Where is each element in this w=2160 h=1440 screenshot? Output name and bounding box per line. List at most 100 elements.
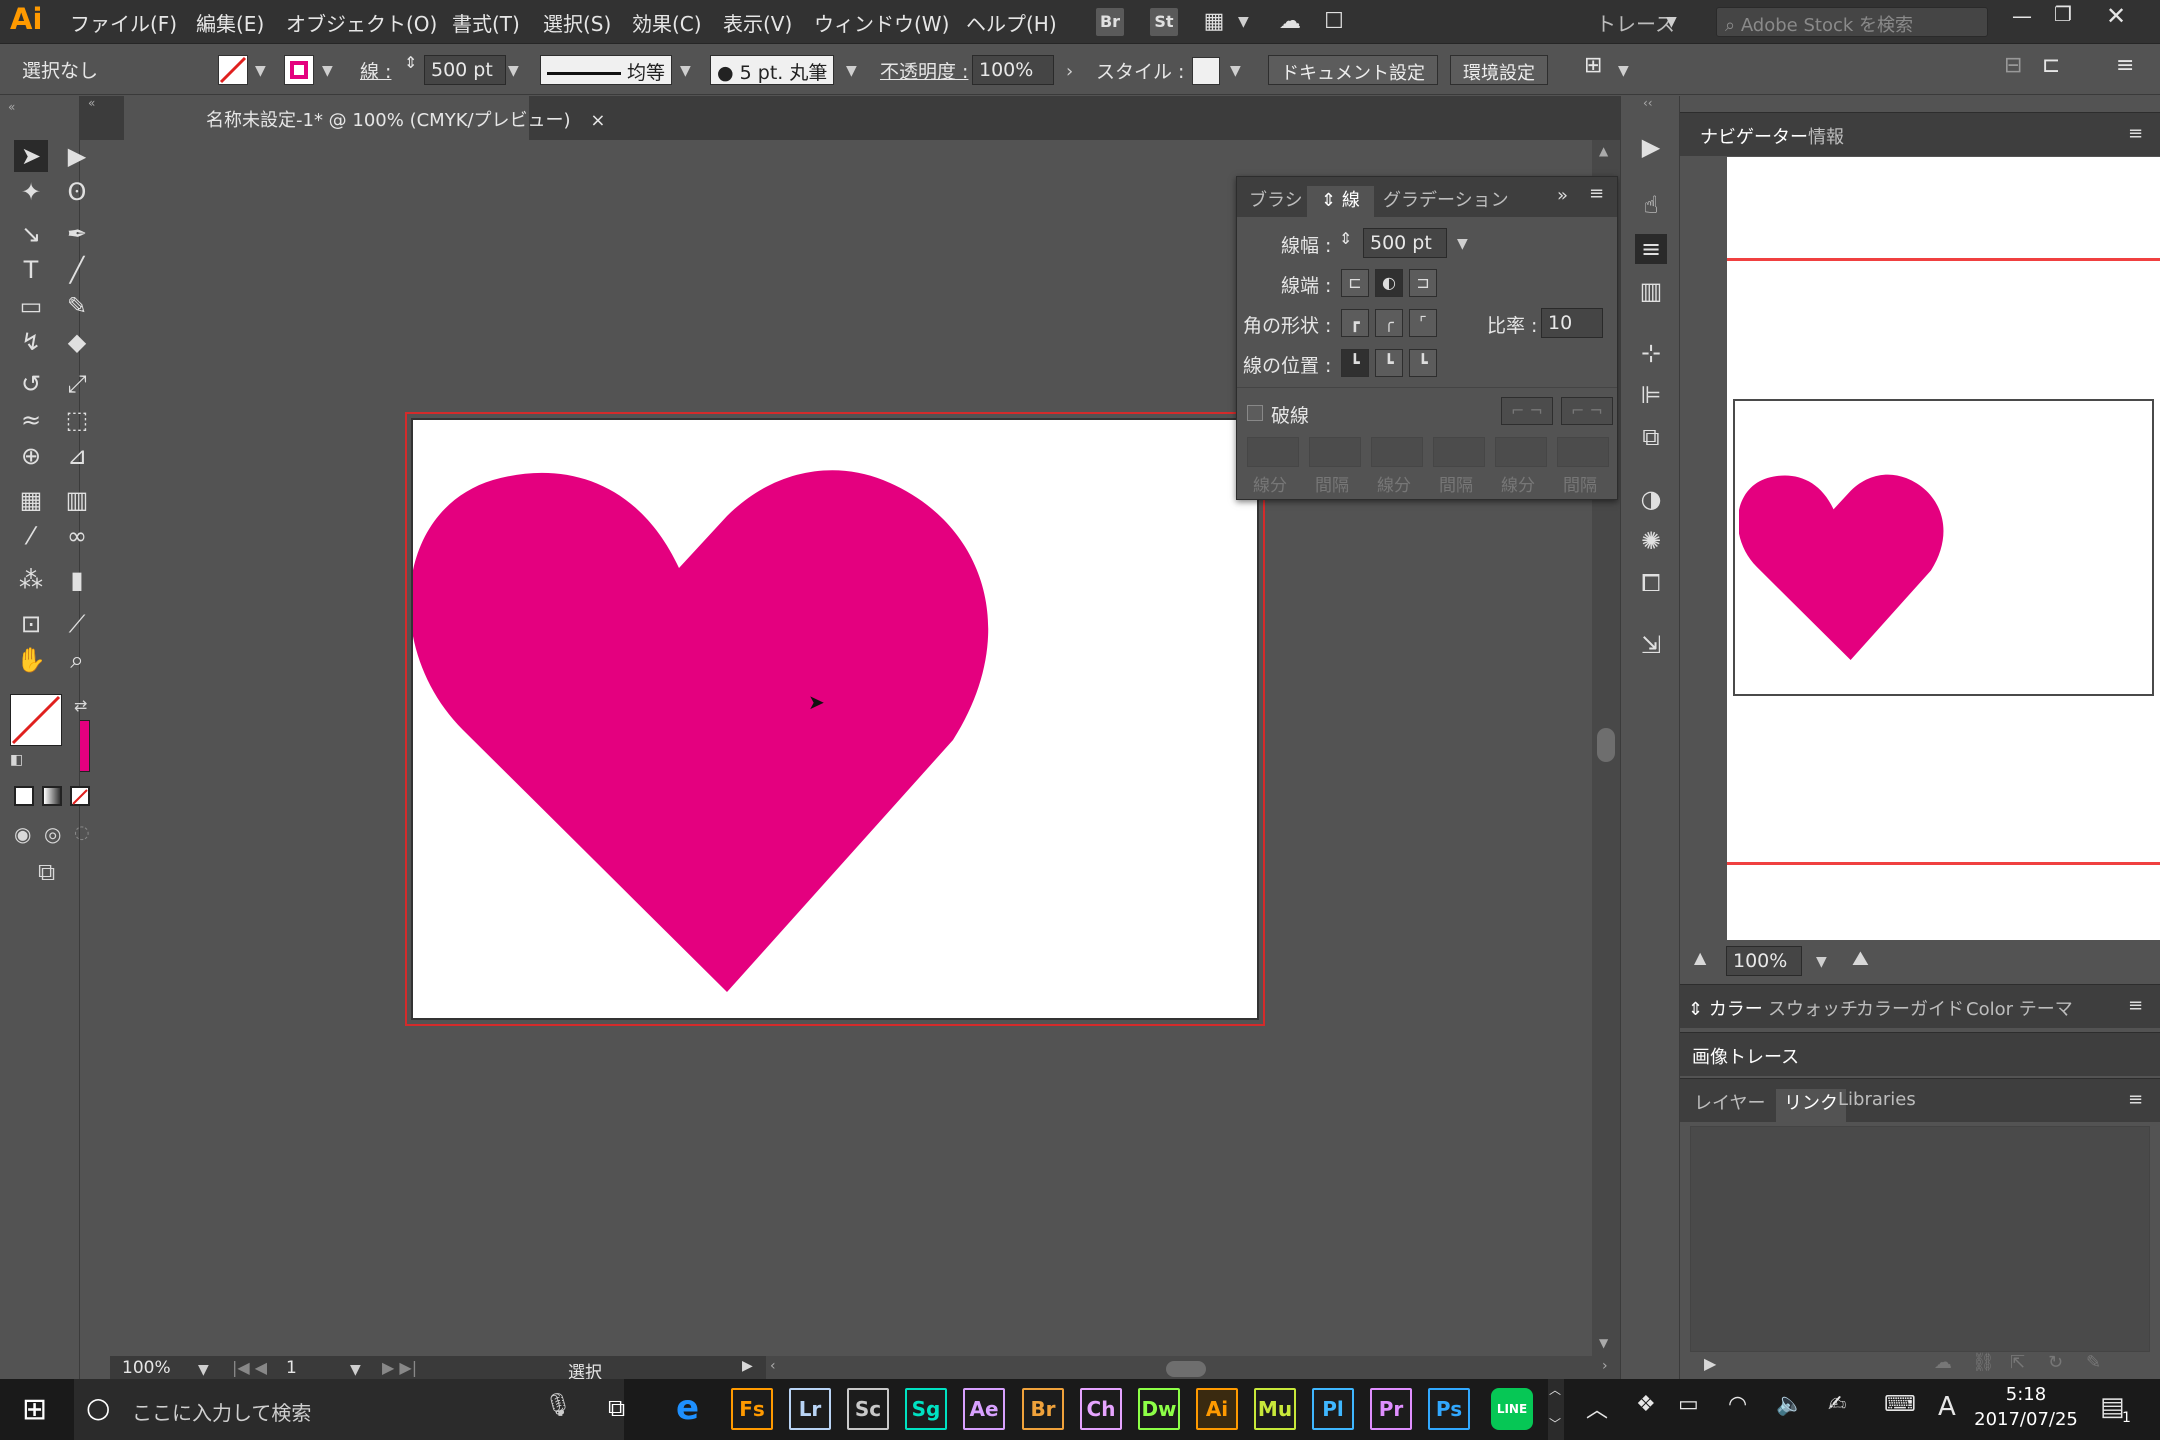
tab-color-themes[interactable]: Color テーマ: [1966, 995, 2073, 1021]
artboard-number[interactable]: 1: [286, 1358, 297, 1378]
magic-wand-tool-icon[interactable]: ✦: [14, 176, 48, 208]
chevron-down-icon[interactable]: ▼: [1816, 954, 1827, 970]
stepper-icon[interactable]: ⇕: [1339, 229, 1352, 248]
panel-menu-icon[interactable]: ≡: [2128, 995, 2143, 1016]
anchor-point-tool-icon[interactable]: ↘: [14, 218, 48, 250]
opacity-label[interactable]: 不透明度 :: [880, 57, 968, 84]
expand-icon[interactable]: »: [1557, 185, 1568, 206]
menu-window[interactable]: ウィンドウ(W): [814, 8, 949, 37]
opacity-field[interactable]: 100%: [972, 55, 1054, 85]
restore-icon[interactable]: ❐: [2054, 2, 2072, 26]
bevel-join-icon[interactable]: ⌜: [1409, 309, 1437, 337]
task-view-icon[interactable]: ⧉: [608, 1394, 625, 1422]
taskbar-app-dw[interactable]: Dw: [1138, 1388, 1180, 1430]
taskbar-app-br[interactable]: Br: [1022, 1388, 1064, 1430]
scroll-thumb[interactable]: [1597, 728, 1615, 762]
chevron-down-icon[interactable]: ▼: [255, 63, 266, 79]
scale-tool-icon[interactable]: ⤢: [60, 368, 94, 400]
volume-icon[interactable]: 🔈: [1776, 1392, 1803, 1417]
stroke-width-field[interactable]: 500 pt: [424, 55, 506, 85]
align-inside-icon[interactable]: ┗: [1375, 349, 1403, 377]
last-artboard-icon[interactable]: ▶ ▶|: [382, 1358, 417, 1377]
hand-tool-icon[interactable]: ✋: [14, 644, 48, 676]
fill-color-icon[interactable]: [10, 694, 62, 746]
projecting-cap-icon[interactable]: ⊐: [1409, 269, 1437, 297]
scroll-down-icon[interactable]: ▼: [1599, 1336, 1608, 1350]
symbols-icon[interactable]: ⧠: [1635, 568, 1667, 598]
scroll-up-icon[interactable]: ▲: [1599, 144, 1608, 158]
menu-select[interactable]: 選択(S): [543, 8, 611, 37]
chevron-down-icon[interactable]: ▼: [508, 63, 519, 79]
scroll-right-icon[interactable]: ›: [1602, 1358, 1608, 1374]
panel-menu-icon[interactable]: ≡: [1589, 183, 1604, 204]
microphone-icon[interactable]: 🎙: [544, 1393, 572, 1418]
symbol-sprayer-tool-icon[interactable]: ⁂: [14, 564, 48, 596]
keyboard-icon[interactable]: ⌨: [1884, 1392, 1916, 1417]
transform-icon[interactable]: ⊟: [2004, 53, 2022, 78]
round-cap-icon[interactable]: ◐: [1375, 269, 1403, 297]
screen-mode-icon[interactable]: ⧉: [38, 858, 55, 886]
draw-inside-icon[interactable]: ◌: [74, 822, 90, 843]
dash-preserve-icon[interactable]: ⌐ ¬: [1501, 397, 1553, 425]
slice-tool-icon[interactable]: ⟋: [60, 608, 94, 640]
chevron-down-icon[interactable]: ﹀: [1549, 1415, 1561, 1432]
taskbar-app-ae[interactable]: Ae: [963, 1388, 1005, 1430]
chevron-down-icon[interactable]: ▼: [680, 63, 691, 79]
close-tab-icon[interactable]: ×: [590, 110, 605, 131]
tab-swatches[interactable]: スウォッチ: [1768, 995, 1858, 1021]
rectangle-tool-icon[interactable]: ▭: [14, 290, 48, 322]
edge-icon[interactable]: e: [676, 1388, 699, 1428]
align-center-icon[interactable]: ┗: [1341, 349, 1369, 377]
arrange-documents-icon[interactable]: ▦: [1200, 8, 1228, 36]
stroke-color-swatch[interactable]: [284, 55, 314, 85]
zoom-out-icon[interactable]: ▲: [1694, 948, 1706, 967]
stepper-icon[interactable]: ⇕: [404, 53, 417, 72]
column-graph-tool-icon[interactable]: ▮: [60, 564, 94, 596]
distribute-icon[interactable]: ⊏: [2042, 53, 2060, 78]
line-tool-icon[interactable]: ╱: [60, 254, 94, 286]
dropbox-icon[interactable]: ❖: [1636, 1392, 1656, 1417]
menu-edit[interactable]: 編集(E): [196, 8, 264, 37]
butt-cap-icon[interactable]: ⊏: [1341, 269, 1369, 297]
expand-arrow-icon[interactable]: ▶: [1704, 1354, 1716, 1373]
taskbar-search[interactable]: ○ ここに入力して検索 🎙: [74, 1379, 624, 1440]
collapse-icon[interactable]: ‹‹: [1643, 96, 1653, 110]
stroke-panel-icon[interactable]: ≡: [1635, 234, 1667, 264]
zoom-in-icon[interactable]: ⛰: [1852, 946, 1869, 970]
mesh-tool-icon[interactable]: ▦: [14, 484, 48, 516]
puppet-warp-icon[interactable]: ☝: [1635, 190, 1667, 220]
stock-icon[interactable]: St: [1150, 8, 1178, 36]
panel-menu-icon[interactable]: ≡: [2128, 1089, 2143, 1110]
blend-tool-icon[interactable]: ∞: [60, 520, 94, 552]
gap-1-field[interactable]: [1309, 437, 1361, 467]
dash-2-field[interactable]: [1371, 437, 1423, 467]
fill-none-swatch[interactable]: [218, 55, 248, 85]
taskbar-clock[interactable]: 5:18 2017/07/25: [1966, 1382, 2086, 1440]
menu-object[interactable]: オブジェクト(O): [286, 8, 437, 37]
pen-tool-icon[interactable]: ✒: [60, 218, 94, 250]
tab-color-guide[interactable]: カラーガイド: [1856, 995, 1964, 1021]
tab-navigator[interactable]: ナビゲーター: [1700, 123, 1808, 149]
chevron-down-icon[interactable]: ▼: [322, 63, 333, 79]
preferences-button[interactable]: 環境設定: [1450, 55, 1548, 85]
align-panel-icon[interactable]: ⊫: [1635, 380, 1667, 410]
touch-workspace-icon[interactable]: ☐: [1320, 8, 1348, 36]
dashed-line-checkbox[interactable]: [1247, 405, 1263, 421]
taskbar-app-pl[interactable]: Pl: [1312, 1388, 1354, 1430]
menu-view[interactable]: 表示(V): [723, 8, 792, 37]
chevron-down-icon[interactable]: ▼: [1230, 63, 1241, 79]
wifi-icon[interactable]: ◠: [1728, 1392, 1747, 1417]
tab-stroke[interactable]: ⇕ 線: [1307, 186, 1374, 217]
pen-icon[interactable]: ✍: [1828, 1392, 1846, 1417]
asset-export-icon[interactable]: ⇲: [1635, 630, 1667, 660]
chevron-down-icon[interactable]: ▼: [1457, 236, 1468, 252]
links-list[interactable]: [1690, 1126, 2150, 1352]
default-colors-icon[interactable]: ◧: [10, 752, 23, 768]
goto-link-icon[interactable]: ⇱: [2010, 1352, 2025, 1373]
tab-brushes[interactable]: ブラシ: [1249, 186, 1303, 212]
chevron-down-icon[interactable]: ▼: [846, 63, 857, 79]
graphic-style-swatch[interactable]: [1192, 57, 1220, 85]
menu-type[interactable]: 書式(T): [452, 8, 520, 37]
eraser-tool-icon[interactable]: ◆: [60, 326, 94, 358]
collapse-icon[interactable]: «: [88, 96, 95, 110]
